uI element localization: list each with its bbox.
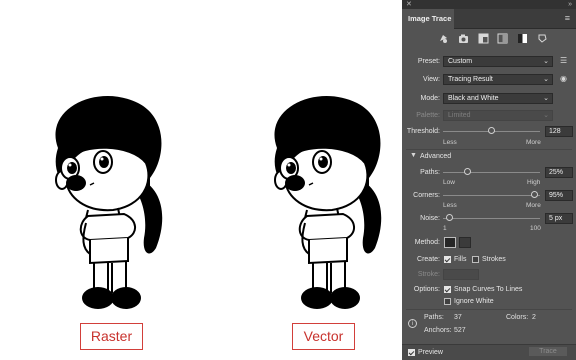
stroke-label: Stroke:	[417, 271, 440, 278]
stats-paths-label: Paths:	[424, 314, 444, 321]
preview-label: Preview	[418, 349, 443, 356]
noise-slider-knob[interactable]	[446, 214, 453, 221]
strokes-checkbox[interactable]	[472, 256, 479, 263]
fills-label: Fills	[454, 256, 467, 263]
noise-value-field[interactable]: 5 px	[545, 213, 573, 224]
paths-value-field[interactable]: 25%	[545, 167, 573, 178]
snap-curves-checkbox[interactable]	[444, 286, 451, 293]
paths-slider-track[interactable]	[443, 172, 540, 173]
mode-label: Mode:	[420, 95, 440, 102]
snap-curves-label: Snap Curves To Lines	[454, 286, 523, 293]
threshold-slider-knob[interactable]	[488, 127, 495, 134]
panel-title-bar[interactable]: ✕ »	[402, 0, 576, 9]
view-label: View:	[423, 76, 440, 83]
stroke-field	[443, 269, 479, 280]
noise-slider-track[interactable]	[443, 218, 540, 219]
corners-max-label: More	[526, 202, 541, 209]
high-color-icon[interactable]	[458, 33, 469, 44]
create-label: Create:	[417, 256, 440, 263]
preset-label: Preset:	[417, 58, 440, 65]
palette-value: Limited	[448, 112, 471, 119]
corners-slider-track[interactable]	[443, 195, 540, 196]
preset-icon-row	[438, 33, 548, 45]
preset-value: Custom	[448, 58, 473, 65]
stats-divider	[406, 309, 572, 310]
trace-button[interactable]: Trace	[528, 346, 568, 357]
corners-min-label: Less	[443, 202, 457, 209]
panel-bottom-bar: Preview Trace	[402, 344, 576, 360]
advanced-label[interactable]: Advanced	[420, 153, 451, 160]
palette-dropdown: Limited ⌄	[443, 110, 553, 121]
abutting-method-button[interactable]	[444, 237, 456, 248]
paths-label: Paths:	[420, 169, 440, 176]
eye-icon[interactable]: ◉	[560, 74, 567, 83]
chevron-down-icon: ⌄	[543, 58, 549, 65]
palette-label: Palette:	[416, 112, 440, 119]
panel-tab-row: Image Trace ≡	[402, 9, 576, 29]
view-value: Tracing Result	[448, 76, 493, 83]
chevron-down-icon: ⌄	[543, 95, 549, 102]
overlapping-method-button[interactable]	[459, 237, 471, 248]
outline-icon[interactable]	[537, 33, 548, 44]
panel-menu-icon[interactable]: ≡	[565, 13, 570, 23]
stats-anchors-value: 527	[454, 327, 466, 334]
collapse-panel-icon[interactable]: »	[568, 0, 572, 9]
corners-slider-knob[interactable]	[531, 191, 538, 198]
low-color-icon[interactable]	[478, 33, 489, 44]
advanced-divider	[406, 149, 572, 150]
stats-anchors-label: Anchors:	[424, 327, 452, 334]
tab-image-trace[interactable]: Image Trace	[402, 9, 454, 29]
threshold-min-label: Less	[443, 139, 457, 146]
view-dropdown[interactable]: Tracing Result ⌄	[443, 74, 553, 85]
ignore-white-label: Ignore White	[454, 298, 494, 305]
threshold-label: Threshold:	[406, 128, 440, 135]
image-trace-panel: ✕ » Image Trace ≡ Preset: Custom ⌄ ☰ Vie…	[402, 0, 576, 360]
noise-label: Noise:	[420, 215, 440, 222]
auto-color-icon[interactable]	[438, 33, 449, 44]
stats-colors-label: Colors:	[506, 314, 529, 321]
mode-dropdown[interactable]: Black and White ⌄	[443, 93, 553, 104]
raster-figure	[38, 88, 178, 320]
artboard-canvas[interactable]: Raster Vector	[0, 0, 400, 360]
paths-max-label: High	[527, 179, 541, 186]
noise-min-label: 1	[443, 225, 447, 232]
strokes-label: Strokes	[482, 256, 506, 263]
stats-paths-value: 37	[454, 314, 462, 321]
threshold-value-field[interactable]: 128	[545, 126, 573, 137]
mode-value: Black and White	[448, 95, 499, 102]
vector-figure	[257, 88, 397, 320]
stats-colors-value: 2	[532, 314, 536, 321]
black-and-white-icon[interactable]	[517, 33, 528, 44]
advanced-toggle-icon[interactable]: ▼	[410, 152, 417, 159]
paths-min-label: Low	[443, 179, 455, 186]
vector-caption: Vector	[292, 323, 355, 350]
chevron-down-icon: ⌄	[543, 112, 549, 119]
vector-figure-drawing	[274, 95, 382, 309]
grayscale-icon[interactable]	[497, 33, 508, 44]
options-label: Options:	[413, 286, 440, 293]
preview-checkbox[interactable]	[408, 349, 415, 356]
preset-dropdown[interactable]: Custom ⌄	[443, 56, 553, 67]
threshold-max-label: More	[526, 139, 541, 146]
raster-figure-drawing	[55, 95, 163, 309]
fills-checkbox[interactable]	[444, 256, 451, 263]
paths-slider-knob[interactable]	[464, 168, 471, 175]
chevron-down-icon: ⌄	[543, 76, 549, 83]
ignore-white-checkbox[interactable]	[444, 298, 451, 305]
method-label: Method:	[414, 239, 440, 246]
noise-max-label: 100	[530, 225, 541, 232]
corners-value-field[interactable]: 95%	[545, 190, 573, 201]
close-panel-icon[interactable]: ✕	[406, 0, 412, 9]
corners-label: Corners:	[413, 192, 440, 199]
preset-list-icon[interactable]: ☰	[560, 56, 567, 65]
raster-caption: Raster	[80, 323, 143, 350]
info-icon: i	[408, 319, 417, 328]
